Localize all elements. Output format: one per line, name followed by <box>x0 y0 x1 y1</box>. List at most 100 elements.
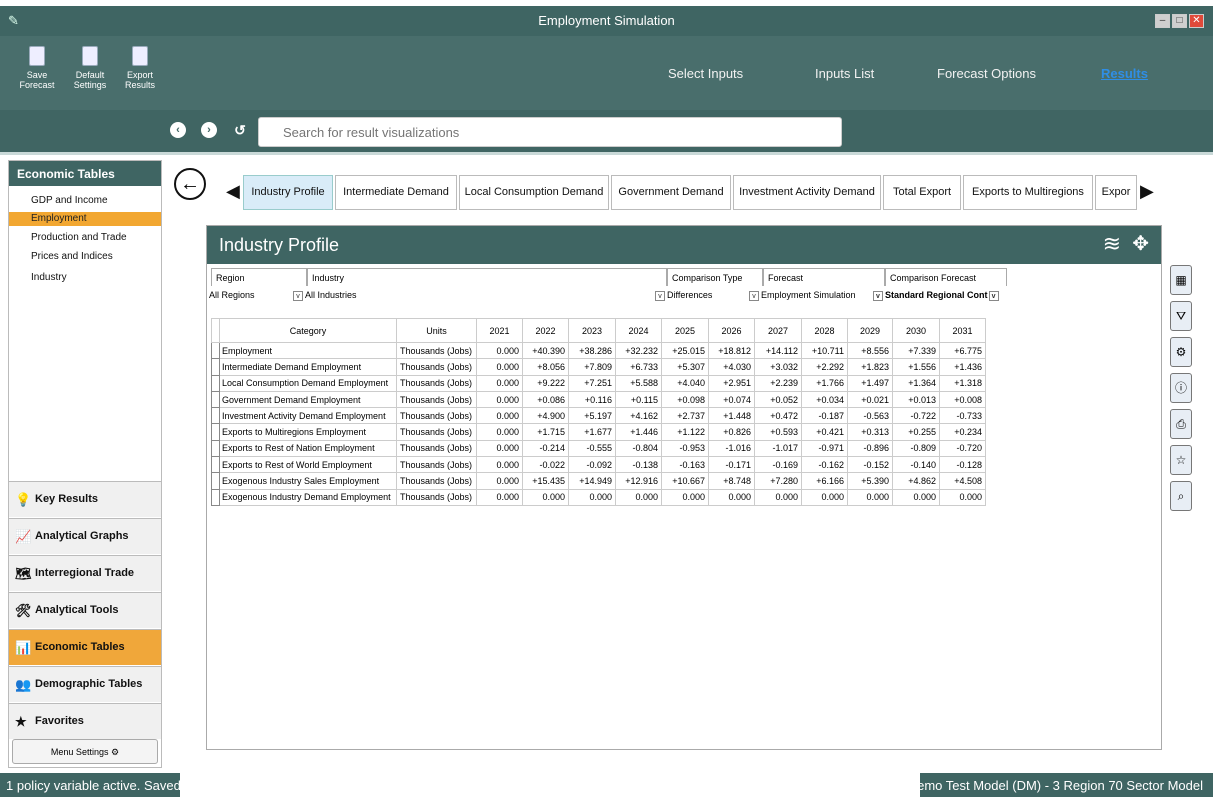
nav-analytical-graphs[interactable]: 📈 Analytical Graphs <box>9 518 161 554</box>
row-value: -0.953 <box>661 439 709 458</box>
table-row[interactable]: Exogenous Industry Demand Employment Thou… <box>211 488 986 506</box>
back-arrow-icon[interactable]: ← <box>174 168 206 200</box>
row-value: 0.000 <box>522 488 569 506</box>
row-selector[interactable] <box>211 423 220 441</box>
industry-dropdown[interactable]: v All Industries <box>291 288 357 304</box>
comparison-type-dropdown[interactable]: v Differences <box>653 288 712 304</box>
export-results-button[interactable]: Export Results <box>122 46 158 90</box>
chart-toggle-icon[interactable]: ≋ <box>1103 231 1121 257</box>
row-selector[interactable] <box>211 456 220 474</box>
row-selector[interactable] <box>211 439 220 458</box>
menu-settings-button[interactable]: Menu Settings ⚙ <box>12 739 158 764</box>
tab-exports-more[interactable]: Expor <box>1095 175 1137 210</box>
menu-item-industry[interactable]: Industry <box>9 268 161 289</box>
row-value: +3.032 <box>754 358 802 376</box>
column-header[interactable]: 2022 <box>522 318 569 343</box>
tab-intermediate-demand[interactable]: Intermediate Demand <box>335 175 457 210</box>
tab-scroll-right-icon[interactable]: ▶ <box>1140 181 1154 202</box>
save-forecast-button[interactable]: Save Forecast <box>8 46 66 90</box>
column-header[interactable]: 2026 <box>708 318 755 343</box>
column-header[interactable]: 2028 <box>801 318 848 343</box>
maximize-button[interactable]: □ <box>1172 14 1187 28</box>
table-row[interactable]: Exports to Multiregions Employment Thousa… <box>211 423 986 441</box>
row-value: -0.896 <box>847 439 893 458</box>
nav-forecast-options[interactable]: Forecast Options <box>937 66 1036 81</box>
search-input[interactable] <box>258 117 842 147</box>
nav-favorites[interactable]: ★ Favorites <box>9 703 161 739</box>
column-header[interactable]: 2027 <box>754 318 802 343</box>
forward-icon[interactable]: › <box>201 122 217 138</box>
tab-total-export[interactable]: Total Export <box>883 175 961 210</box>
settings-icon[interactable]: ⚙ <box>1170 337 1192 367</box>
row-value: 0.000 <box>476 423 523 441</box>
row-value: +0.008 <box>939 390 986 409</box>
tab-government-demand[interactable]: Government Demand <box>611 175 731 210</box>
column-header[interactable]: Units <box>396 318 477 343</box>
tab-local-consumption-demand[interactable]: Local Consumption Demand <box>459 175 609 210</box>
nav-analytical-tools[interactable]: 🛠 Analytical Tools <box>9 592 161 628</box>
minimize-button[interactable]: – <box>1155 14 1170 28</box>
default-settings-button[interactable]: Default Settings <box>72 46 108 90</box>
forecast-dropdown[interactable]: v Employment Simulation <box>747 288 856 304</box>
chart-table-icon[interactable]: ▦ <box>1170 265 1192 295</box>
print-icon[interactable]: ⎙ <box>1170 409 1192 439</box>
row-value: +0.234 <box>939 423 986 441</box>
row-selector[interactable] <box>211 472 220 490</box>
row-value: 0.000 <box>801 488 848 506</box>
tab-scroll-left-icon[interactable]: ◀ <box>226 181 240 202</box>
nav-interregional-trade[interactable]: 🗺 Interregional Trade <box>9 555 161 591</box>
column-header[interactable]: Category <box>219 318 397 343</box>
menu-item-employment[interactable]: Employment <box>9 212 161 226</box>
column-header[interactable]: 2021 <box>476 318 523 343</box>
column-header[interactable]: 2031 <box>939 318 986 343</box>
move-icon[interactable]: ✥ <box>1132 231 1149 256</box>
report-search-icon[interactable]: ⌕ <box>1170 481 1192 511</box>
row-selector[interactable] <box>211 390 220 409</box>
table-row[interactable]: Exogenous Industry Sales Employment Thous… <box>211 472 986 490</box>
comparison-forecast-dropdown[interactable]: v Standard Regional Cont v <box>871 288 1001 304</box>
table-row[interactable]: Employment Thousands (Jobs) 0.000 +40.390 +3… <box>211 341 986 360</box>
comparison-forecast-label: Comparison Forecast <box>885 268 1007 286</box>
back-icon[interactable]: ‹ <box>170 122 186 138</box>
menu-item-gdp-income[interactable]: GDP and Income <box>9 191 161 212</box>
filter-icon[interactable]: ⛛ <box>1170 301 1192 331</box>
tab-industry-profile[interactable]: Industry Profile <box>243 175 333 210</box>
row-selector[interactable] <box>211 407 220 425</box>
row-value: -0.169 <box>754 456 802 474</box>
table-row[interactable]: Government Demand Employment Thousands (J… <box>211 390 986 409</box>
row-value: -0.555 <box>568 439 616 458</box>
column-header[interactable]: 2024 <box>615 318 662 343</box>
row-value: 0.000 <box>476 407 523 425</box>
table-row[interactable]: Exports to Rest of Nation Employment Thou… <box>211 439 986 458</box>
table-row[interactable]: Investment Activity Demand Employment Tho… <box>211 407 986 425</box>
table-row[interactable]: Intermediate Demand Employment Thousands … <box>211 358 986 376</box>
row-selector[interactable] <box>211 488 220 506</box>
row-value: -0.171 <box>708 456 755 474</box>
column-header[interactable]: 2023 <box>568 318 616 343</box>
row-selector[interactable] <box>211 358 220 376</box>
nav-select-inputs[interactable]: Select Inputs <box>668 66 743 81</box>
nav-demographic-tables[interactable]: 👥 Demographic Tables <box>9 666 161 702</box>
row-value: 0.000 <box>754 488 802 506</box>
column-header[interactable]: 2030 <box>892 318 940 343</box>
column-header[interactable]: 2029 <box>847 318 893 343</box>
table-row[interactable]: Local Consumption Demand Employment Thous… <box>211 374 986 392</box>
tab-exports-multiregions[interactable]: Exports to Multiregions <box>963 175 1093 210</box>
menu-item-prices-indices[interactable]: Prices and Indices <box>9 247 161 268</box>
tab-investment-activity-demand[interactable]: Investment Activity Demand <box>733 175 881 210</box>
close-button[interactable]: ✕ <box>1189 14 1204 28</box>
nav-results[interactable]: Results <box>1101 66 1148 81</box>
menu-item-production-trade[interactable]: Production and Trade <box>9 226 161 247</box>
history-icon[interactable]: ↺ <box>232 122 248 138</box>
row-value: -0.971 <box>801 439 848 458</box>
favorite-star-icon[interactable]: ☆ <box>1170 445 1192 475</box>
nav-inputs-list[interactable]: Inputs List <box>815 66 874 81</box>
row-selector[interactable] <box>211 341 220 360</box>
row-value: +0.421 <box>801 423 848 441</box>
nav-key-results[interactable]: 💡 Key Results <box>9 481 161 517</box>
table-row[interactable]: Exports to Rest of World Employment Thous… <box>211 456 986 474</box>
nav-economic-tables[interactable]: 📊 Economic Tables <box>9 629 161 665</box>
info-icon[interactable]: ⓘ <box>1170 373 1192 403</box>
row-selector[interactable] <box>211 374 220 392</box>
column-header[interactable]: 2025 <box>661 318 709 343</box>
